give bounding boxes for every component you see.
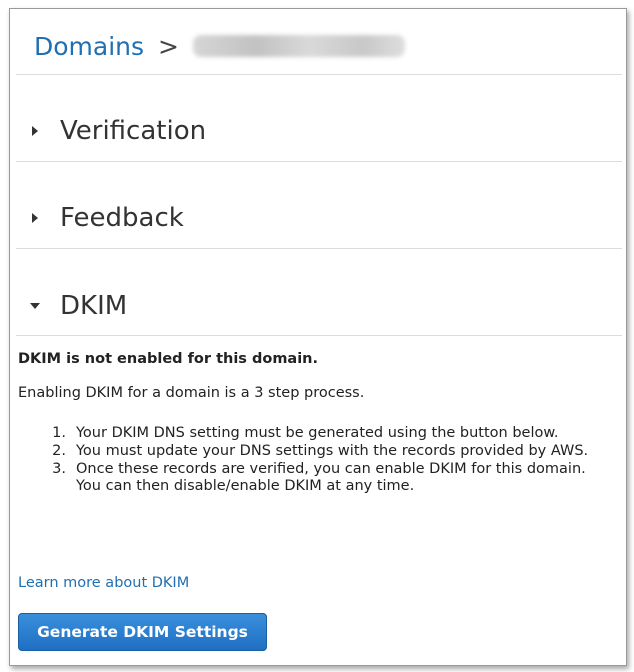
list-item: 1. Your DKIM DNS setting must be generat… bbox=[40, 425, 610, 442]
breadcrumb-current-domain-redacted bbox=[193, 35, 405, 57]
section-verification-title: Verification bbox=[60, 116, 207, 146]
breadcrumb-separator: > bbox=[158, 31, 179, 61]
divider bbox=[16, 74, 622, 75]
step-number: 2. bbox=[52, 443, 66, 459]
divider bbox=[16, 335, 622, 336]
generate-dkim-settings-button[interactable]: Generate DKIM Settings bbox=[18, 613, 267, 651]
step-text: You must update your DNS settings with t… bbox=[76, 443, 589, 459]
dkim-status-text: DKIM is not enabled for this domain. bbox=[18, 351, 319, 367]
domain-details-panel: Domains > Verification Feedback DKIM DKI… bbox=[9, 8, 627, 666]
breadcrumb: Domains > bbox=[34, 29, 405, 63]
breadcrumb-domains-link[interactable]: Domains bbox=[34, 32, 144, 61]
caret-right-icon bbox=[24, 197, 46, 239]
learn-more-dkim-link[interactable]: Learn more about DKIM bbox=[18, 575, 189, 591]
step-text: Your DKIM DNS setting must be generated … bbox=[76, 425, 559, 441]
divider bbox=[16, 161, 622, 162]
section-feedback-header[interactable]: Feedback bbox=[24, 197, 184, 239]
caret-down-icon bbox=[24, 285, 46, 327]
step-text: Once these records are verified, you can… bbox=[76, 461, 586, 494]
section-feedback-title: Feedback bbox=[60, 203, 184, 233]
list-item: 2. You must update your DNS settings wit… bbox=[40, 443, 610, 460]
caret-right-icon bbox=[24, 110, 46, 152]
divider bbox=[16, 248, 622, 249]
section-dkim-title: DKIM bbox=[60, 291, 128, 321]
list-item: 3. Once these records are verified, you … bbox=[40, 461, 610, 495]
step-number: 1. bbox=[52, 425, 66, 441]
dkim-steps-list: 1. Your DKIM DNS setting must be generat… bbox=[40, 425, 610, 496]
dkim-intro-text: Enabling DKIM for a domain is a 3 step p… bbox=[18, 385, 365, 401]
section-dkim-header[interactable]: DKIM bbox=[24, 285, 127, 327]
section-verification-header[interactable]: Verification bbox=[24, 110, 206, 152]
step-number: 3. bbox=[52, 461, 66, 477]
